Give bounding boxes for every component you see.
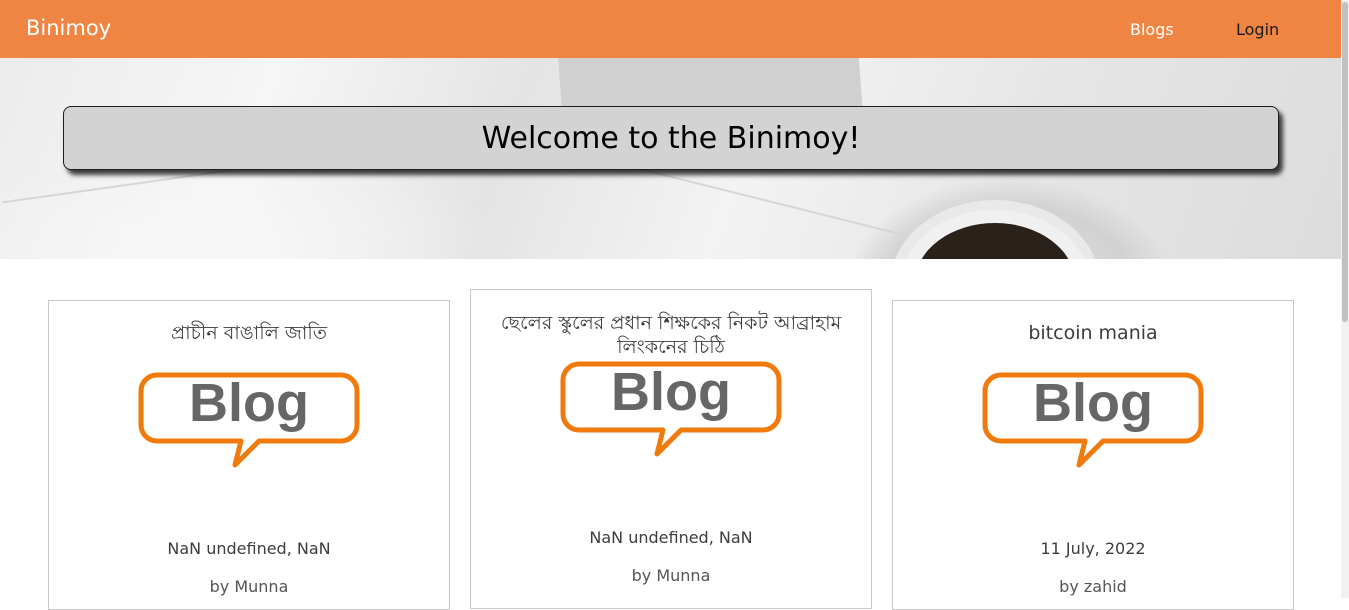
blog-card[interactable]: bitcoin mania Blog 11 July, 2022 by zahi…: [892, 300, 1294, 610]
brand-link[interactable]: Binimoy: [26, 16, 111, 40]
blog-logo-icon: Blog: [138, 372, 360, 468]
welcome-box: Welcome to the Binimoy!: [63, 106, 1279, 170]
blog-card-title[interactable]: bitcoin mania: [893, 321, 1293, 345]
blog-card[interactable]: ছেলের স্কুলের প্রধান শিক্ষকের নিকট আব্রা…: [470, 289, 872, 609]
blog-logo-text: Blog: [611, 362, 731, 422]
nav-blogs-link[interactable]: Blogs: [1130, 20, 1174, 39]
scrollbar-thumb[interactable]: [1342, 2, 1348, 322]
nav-login-link[interactable]: Login: [1236, 20, 1279, 39]
blog-card-author: by Munna: [209, 577, 289, 596]
blog-card-author: by zahid: [1059, 577, 1127, 596]
hero-banner: Welcome to the Binimoy!: [0, 58, 1341, 259]
blog-card-date: NaN undefined, NaN: [589, 528, 753, 547]
blog-logo-icon: Blog: [982, 372, 1204, 468]
blog-card-author: by Munna: [631, 566, 711, 585]
page-scrollbar[interactable]: [1341, 0, 1349, 598]
blog-card[interactable]: প্রাচীন বাঙালি জাতি Blog NaN undefined, …: [48, 300, 450, 610]
blog-card-date: 11 July, 2022: [1040, 539, 1146, 558]
blog-card-date: NaN undefined, NaN: [167, 539, 331, 558]
blog-card-title[interactable]: প্রাচীন বাঙালি জাতি: [49, 321, 449, 345]
top-navbar: Binimoy Blogs Login: [0, 0, 1341, 58]
blog-card-title[interactable]: ছেলের স্কুলের প্রধান শিক্ষকের নিকট আব্রা…: [471, 311, 871, 359]
welcome-heading: Welcome to the Binimoy!: [481, 120, 861, 156]
blog-logo-text: Blog: [1033, 373, 1153, 433]
blog-logo-text: Blog: [189, 373, 309, 433]
blog-logo-icon: Blog: [560, 361, 782, 457]
